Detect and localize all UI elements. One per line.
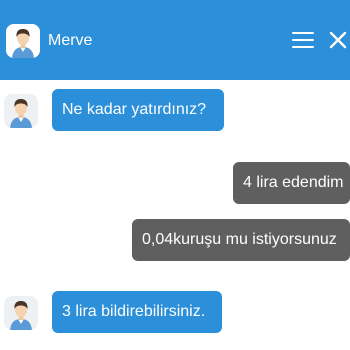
agent-avatar-icon <box>10 301 32 330</box>
agent-name: Merve <box>48 32 93 49</box>
agent-avatar-icon <box>6 24 40 58</box>
close-icon[interactable] <box>328 30 348 50</box>
agent-message-avatar <box>4 296 38 330</box>
user-message-bubble: 4 lira edendim <box>233 162 350 204</box>
agent-avatar-icon <box>10 99 32 128</box>
chat-header: Merve <box>0 0 350 80</box>
user-message-bubble: 0,04kuruşu mu istiyorsunuz <box>132 219 350 261</box>
bot-message-bubble: 3 lira bildirebilirsiniz. <box>52 291 222 333</box>
bot-message-bubble: Ne kadar yatırdınız? <box>52 89 224 131</box>
agent-message-avatar <box>4 94 38 128</box>
hamburger-menu-icon[interactable] <box>292 32 314 48</box>
agent-avatar <box>6 24 40 58</box>
